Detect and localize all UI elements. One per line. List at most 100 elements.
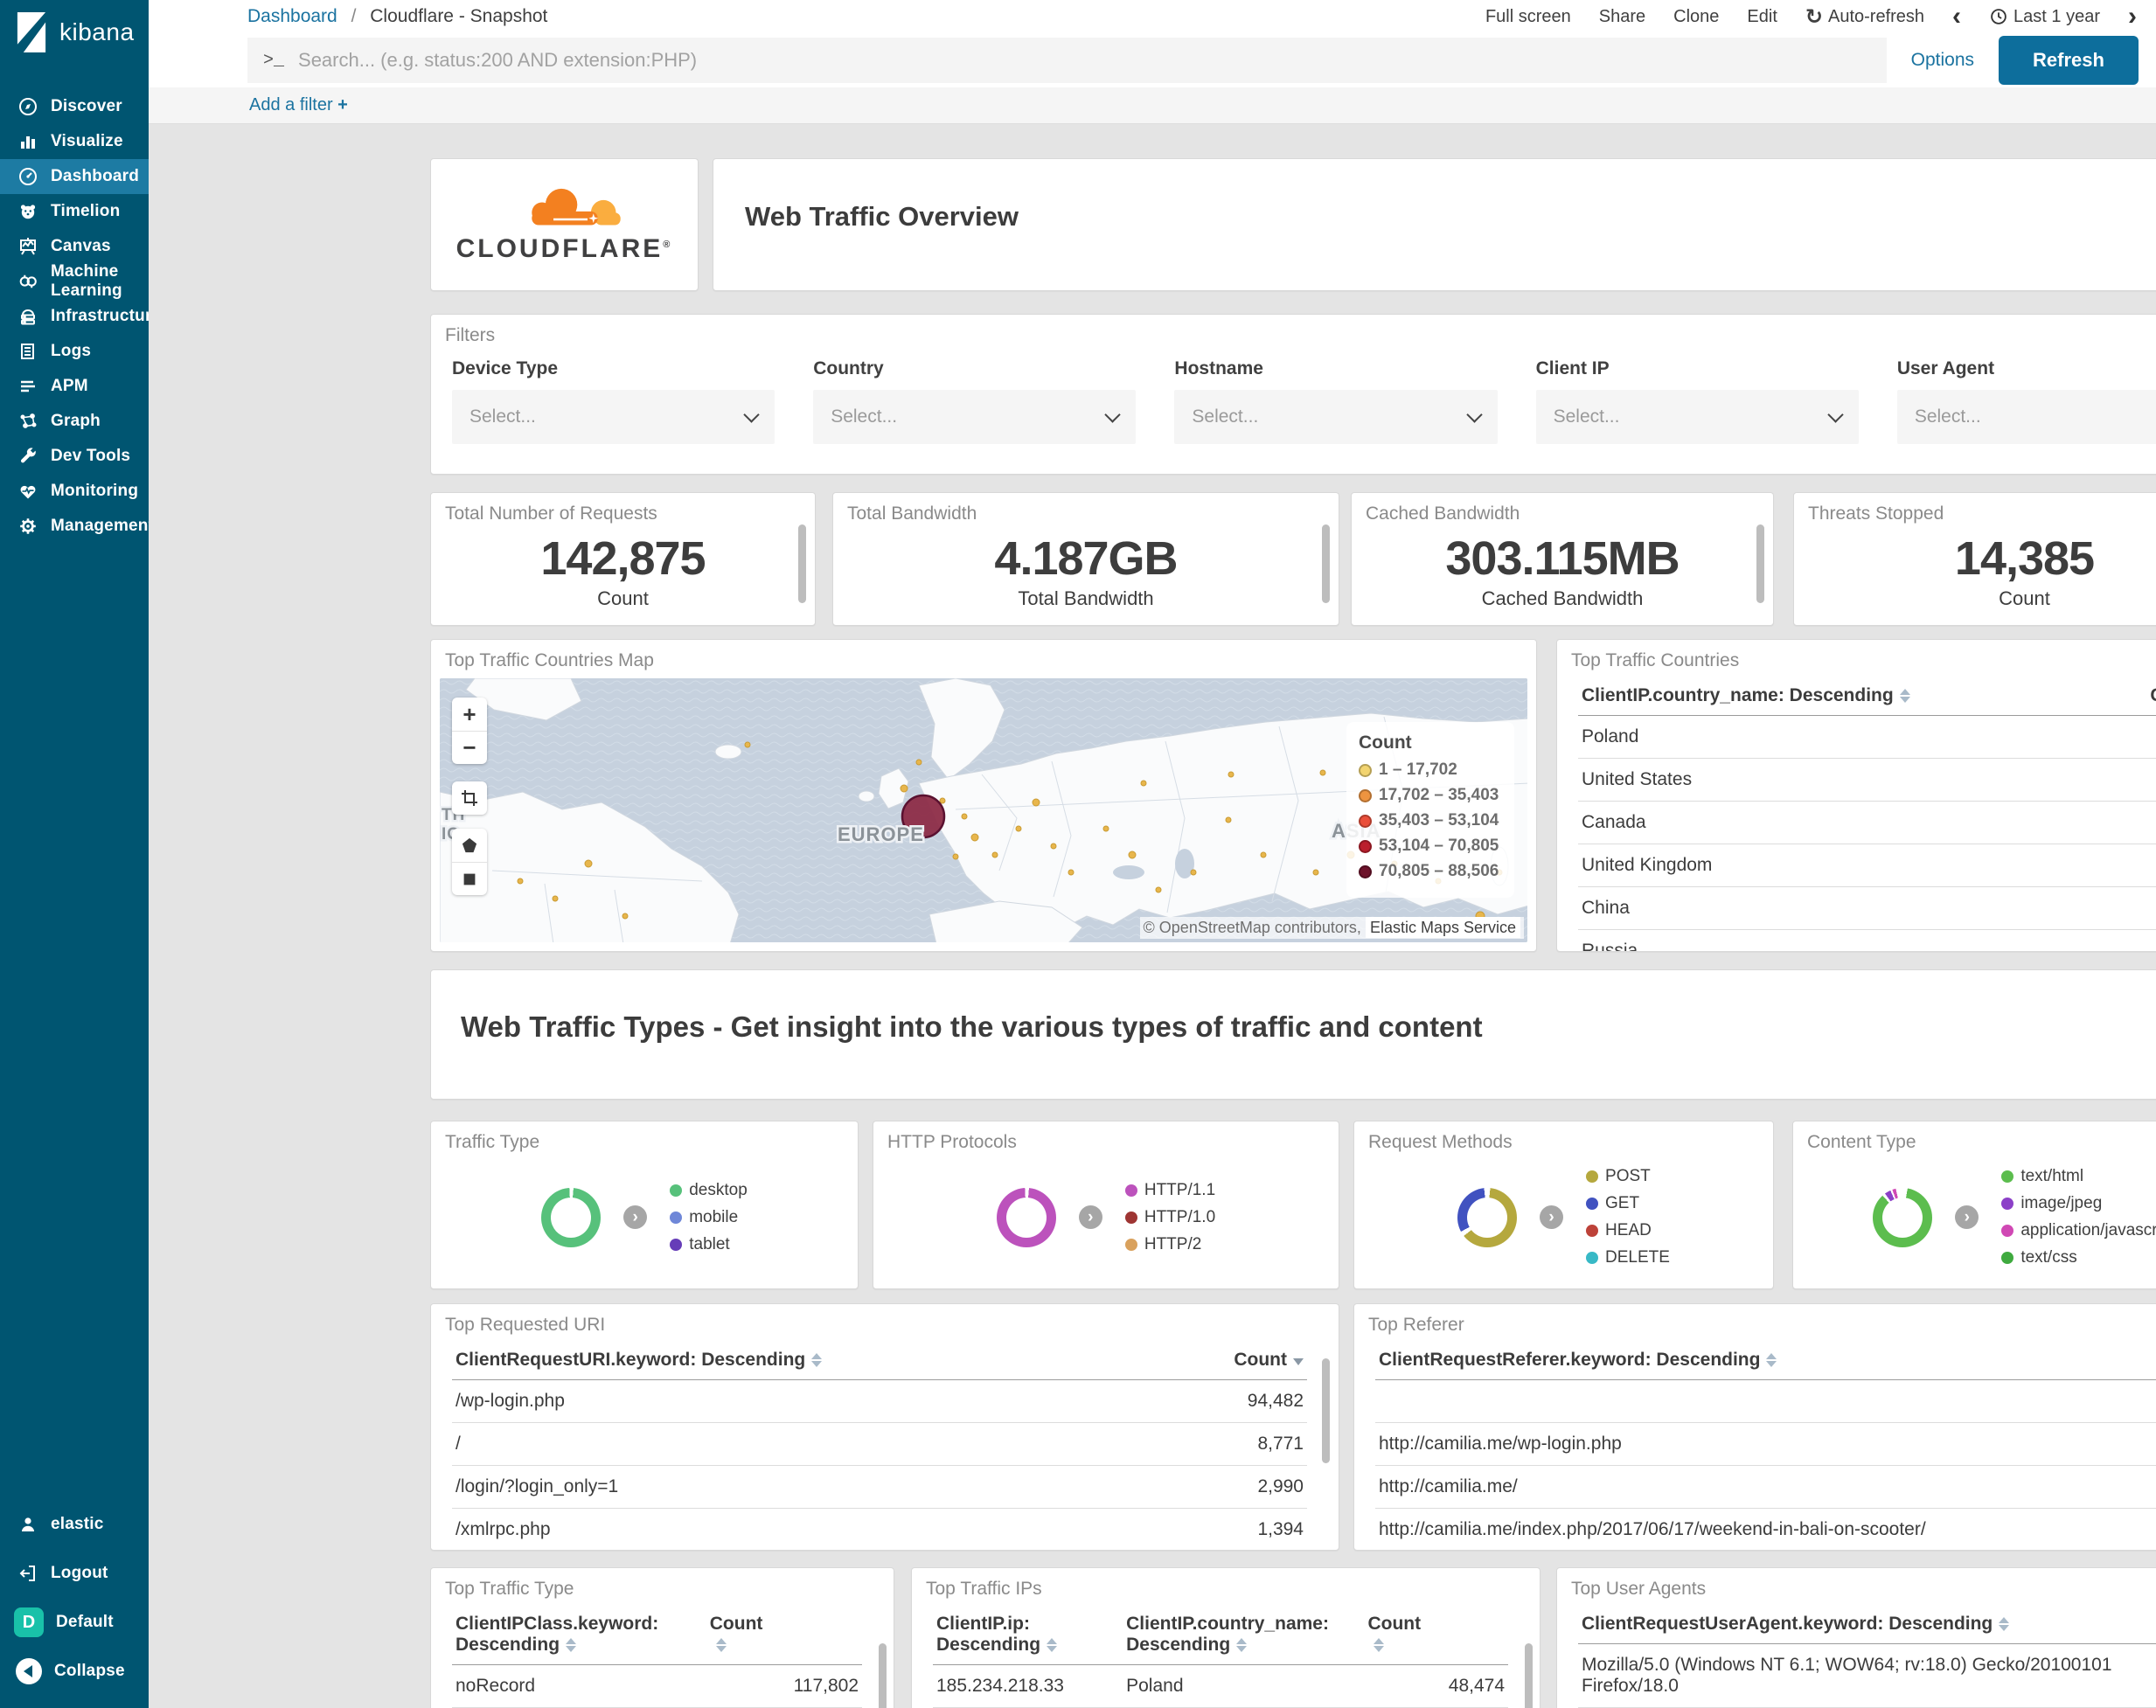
sidebar-item-discover[interactable]: Discover (0, 89, 149, 124)
legend-item[interactable]: DELETE (1586, 1248, 1670, 1267)
column-header-country[interactable]: ClientIP.country_name: Descending (1578, 675, 2104, 716)
column-header-count[interactable] (2125, 1339, 2156, 1380)
edit-button[interactable]: Edit (1747, 7, 1777, 27)
panel-scrollbar[interactable] (1322, 524, 1330, 603)
sidebar-item-dashboard[interactable]: Dashboard (0, 159, 149, 194)
sidebar-item-label: Timelion (51, 202, 121, 220)
sidebar-item-management[interactable]: Management (0, 509, 154, 544)
traffic-type-donut-chart[interactable] (541, 1187, 602, 1247)
sidebar-item-visualize[interactable]: Visualize (0, 124, 149, 159)
column-header-uri[interactable]: ClientRequestURI.keyword: Descending (452, 1339, 1162, 1380)
http-protocols-donut-chart[interactable] (996, 1187, 1056, 1247)
sidebar-item-machine-learning[interactable]: Machine Learning (0, 262, 149, 300)
legend-expand-button[interactable]: › (1540, 1205, 1564, 1229)
column-header-class[interactable]: ClientIPClass.keyword: Descending (452, 1603, 706, 1665)
legend-dot (670, 1211, 683, 1224)
legend-item[interactable]: desktop (670, 1181, 748, 1200)
full-screen-button[interactable]: Full screen (1485, 7, 1571, 27)
user-agent-select[interactable]: Select... (1896, 390, 2156, 444)
sidebar-item-logs[interactable]: Logs (0, 334, 149, 369)
world-map[interactable]: EUROPE ASIA TH IC + − (440, 678, 1527, 942)
legend-expand-button[interactable]: › (1955, 1205, 1979, 1229)
sidebar-item-monitoring[interactable]: Monitoring (0, 474, 149, 509)
options-link[interactable]: Options (1911, 50, 1974, 71)
metric-title: Total Bandwidth (847, 503, 977, 524)
breadcrumb-dashboard-link[interactable]: Dashboard (247, 6, 337, 26)
device-type-select[interactable]: Select... (452, 390, 775, 444)
legend-expand-button[interactable]: › (623, 1205, 648, 1229)
panel-title: Request Methods (1368, 1132, 1513, 1152)
clone-button[interactable]: Clone (1673, 7, 1719, 27)
search-input[interactable] (298, 49, 1871, 72)
column-header-ip[interactable]: ClientIP.ip: Descending (933, 1603, 1123, 1665)
panel-title: Content Type (1807, 1132, 1916, 1152)
content-type-donut-panel: Content Type › text/html image/jpeg appl… (1792, 1121, 2156, 1289)
sidebar-item-apm[interactable]: APM (0, 369, 149, 404)
column-header-count[interactable] (2149, 1603, 2156, 1644)
legend-item[interactable]: HEAD (1586, 1221, 1670, 1240)
content-type-donut-chart[interactable] (1873, 1187, 1933, 1247)
kibana-logo[interactable]: kibana (0, 0, 149, 61)
panel-scrollbar[interactable] (879, 1643, 887, 1708)
country-select[interactable]: Select... (813, 390, 1137, 444)
column-header-count[interactable]: Count (2103, 675, 2156, 716)
sidebar-item-infrastructure[interactable]: Infrastructure (0, 299, 161, 334)
sidebar-item-space-default[interactable]: D Default (0, 1598, 149, 1647)
share-button[interactable]: Share (1599, 7, 1645, 27)
legend-expand-button[interactable]: › (1078, 1205, 1102, 1229)
panel-scrollbar[interactable] (1525, 1643, 1533, 1708)
sidebar-item-canvas[interactable]: Canvas (0, 229, 149, 264)
table-row: http://camilia.me/4,553 (1375, 1465, 2156, 1509)
legend-item[interactable]: image/jpeg (2001, 1194, 2156, 1213)
overview-title-panel: Web Traffic Overview (713, 158, 2156, 291)
panel-title: Top Traffic IPs (926, 1579, 1042, 1599)
sidebar-item-logout[interactable]: Logout (0, 1549, 149, 1598)
column-header-country[interactable]: ClientIP.country_name: Descending (1123, 1603, 1365, 1665)
legend-item[interactable]: HTTP/1.0 (1124, 1208, 1215, 1227)
sidebar-item-timelion[interactable]: Timelion (0, 194, 149, 229)
legend-item[interactable]: HTTP/1.1 (1124, 1181, 1215, 1200)
legend-item[interactable]: POST (1586, 1167, 1670, 1186)
legend-item[interactable]: text/css (2001, 1248, 2156, 1267)
legend-item[interactable]: HTTP/2 (1124, 1235, 1215, 1254)
legend-title: Count (1359, 732, 1412, 753)
legend-item[interactable]: text/html (2001, 1167, 2156, 1186)
legend-item[interactable]: GET (1586, 1194, 1670, 1213)
maps-service-link[interactable]: Elastic Maps Service (1365, 917, 1520, 938)
time-forward-button[interactable]: › (2128, 3, 2137, 30)
panel-scrollbar[interactable] (1322, 1358, 1330, 1463)
table-row: /wp-login.php 94,482 (452, 1379, 1307, 1423)
column-header-user-agent[interactable]: ClientRequestUserAgent.keyword: Descendi… (1578, 1603, 2150, 1644)
sidebar-item-user[interactable]: elastic (0, 1500, 149, 1549)
client-ip-select[interactable]: Select... (1535, 390, 1859, 444)
legend-item[interactable]: tablet (670, 1235, 748, 1254)
column-header-count[interactable]: Count (1364, 1603, 1508, 1665)
legend-item[interactable]: mobile (670, 1208, 748, 1227)
hostname-select[interactable]: Select... (1174, 390, 1498, 444)
refresh-button[interactable]: Refresh (1999, 36, 2139, 85)
polygon-tool-button[interactable] (452, 829, 487, 862)
legend-dot (1124, 1211, 1137, 1224)
column-header-referer[interactable]: ClientRequestReferer.keyword: Descending (1375, 1339, 2126, 1380)
panel-scrollbar[interactable] (798, 524, 806, 603)
sidebar-item-graph[interactable]: Graph (0, 404, 149, 439)
dashboard-menu: Full screen Share Clone Edit ↻ Auto-refr… (1485, 3, 2137, 30)
column-header-count[interactable]: Count (1161, 1339, 1307, 1380)
request-methods-donut-chart[interactable] (1457, 1187, 1518, 1247)
crop-tool-button[interactable] (452, 781, 487, 815)
add-filter-link[interactable]: Add a filter + (249, 95, 348, 115)
time-back-button[interactable]: ‹ (1952, 3, 1961, 30)
rectangle-tool-button[interactable] (452, 862, 487, 895)
column-header-count[interactable]: Count (706, 1603, 862, 1665)
sidebar-item-label: Monitoring (51, 482, 139, 500)
search-field[interactable]: >_ (247, 38, 1887, 83)
time-picker-button[interactable]: Last 1 year (1989, 7, 2100, 27)
zoom-in-button[interactable]: + (452, 698, 487, 731)
legend-dot (1359, 814, 1372, 828)
sidebar-item-collapse[interactable]: Collapse (0, 1647, 149, 1696)
panel-scrollbar[interactable] (1756, 524, 1764, 603)
legend-item[interactable]: application/javascript (2001, 1221, 2156, 1240)
auto-refresh-button[interactable]: ↻ Auto-refresh (1805, 4, 1924, 30)
zoom-out-button[interactable]: − (452, 731, 487, 764)
sidebar-item-dev-tools[interactable]: Dev Tools (0, 439, 149, 474)
